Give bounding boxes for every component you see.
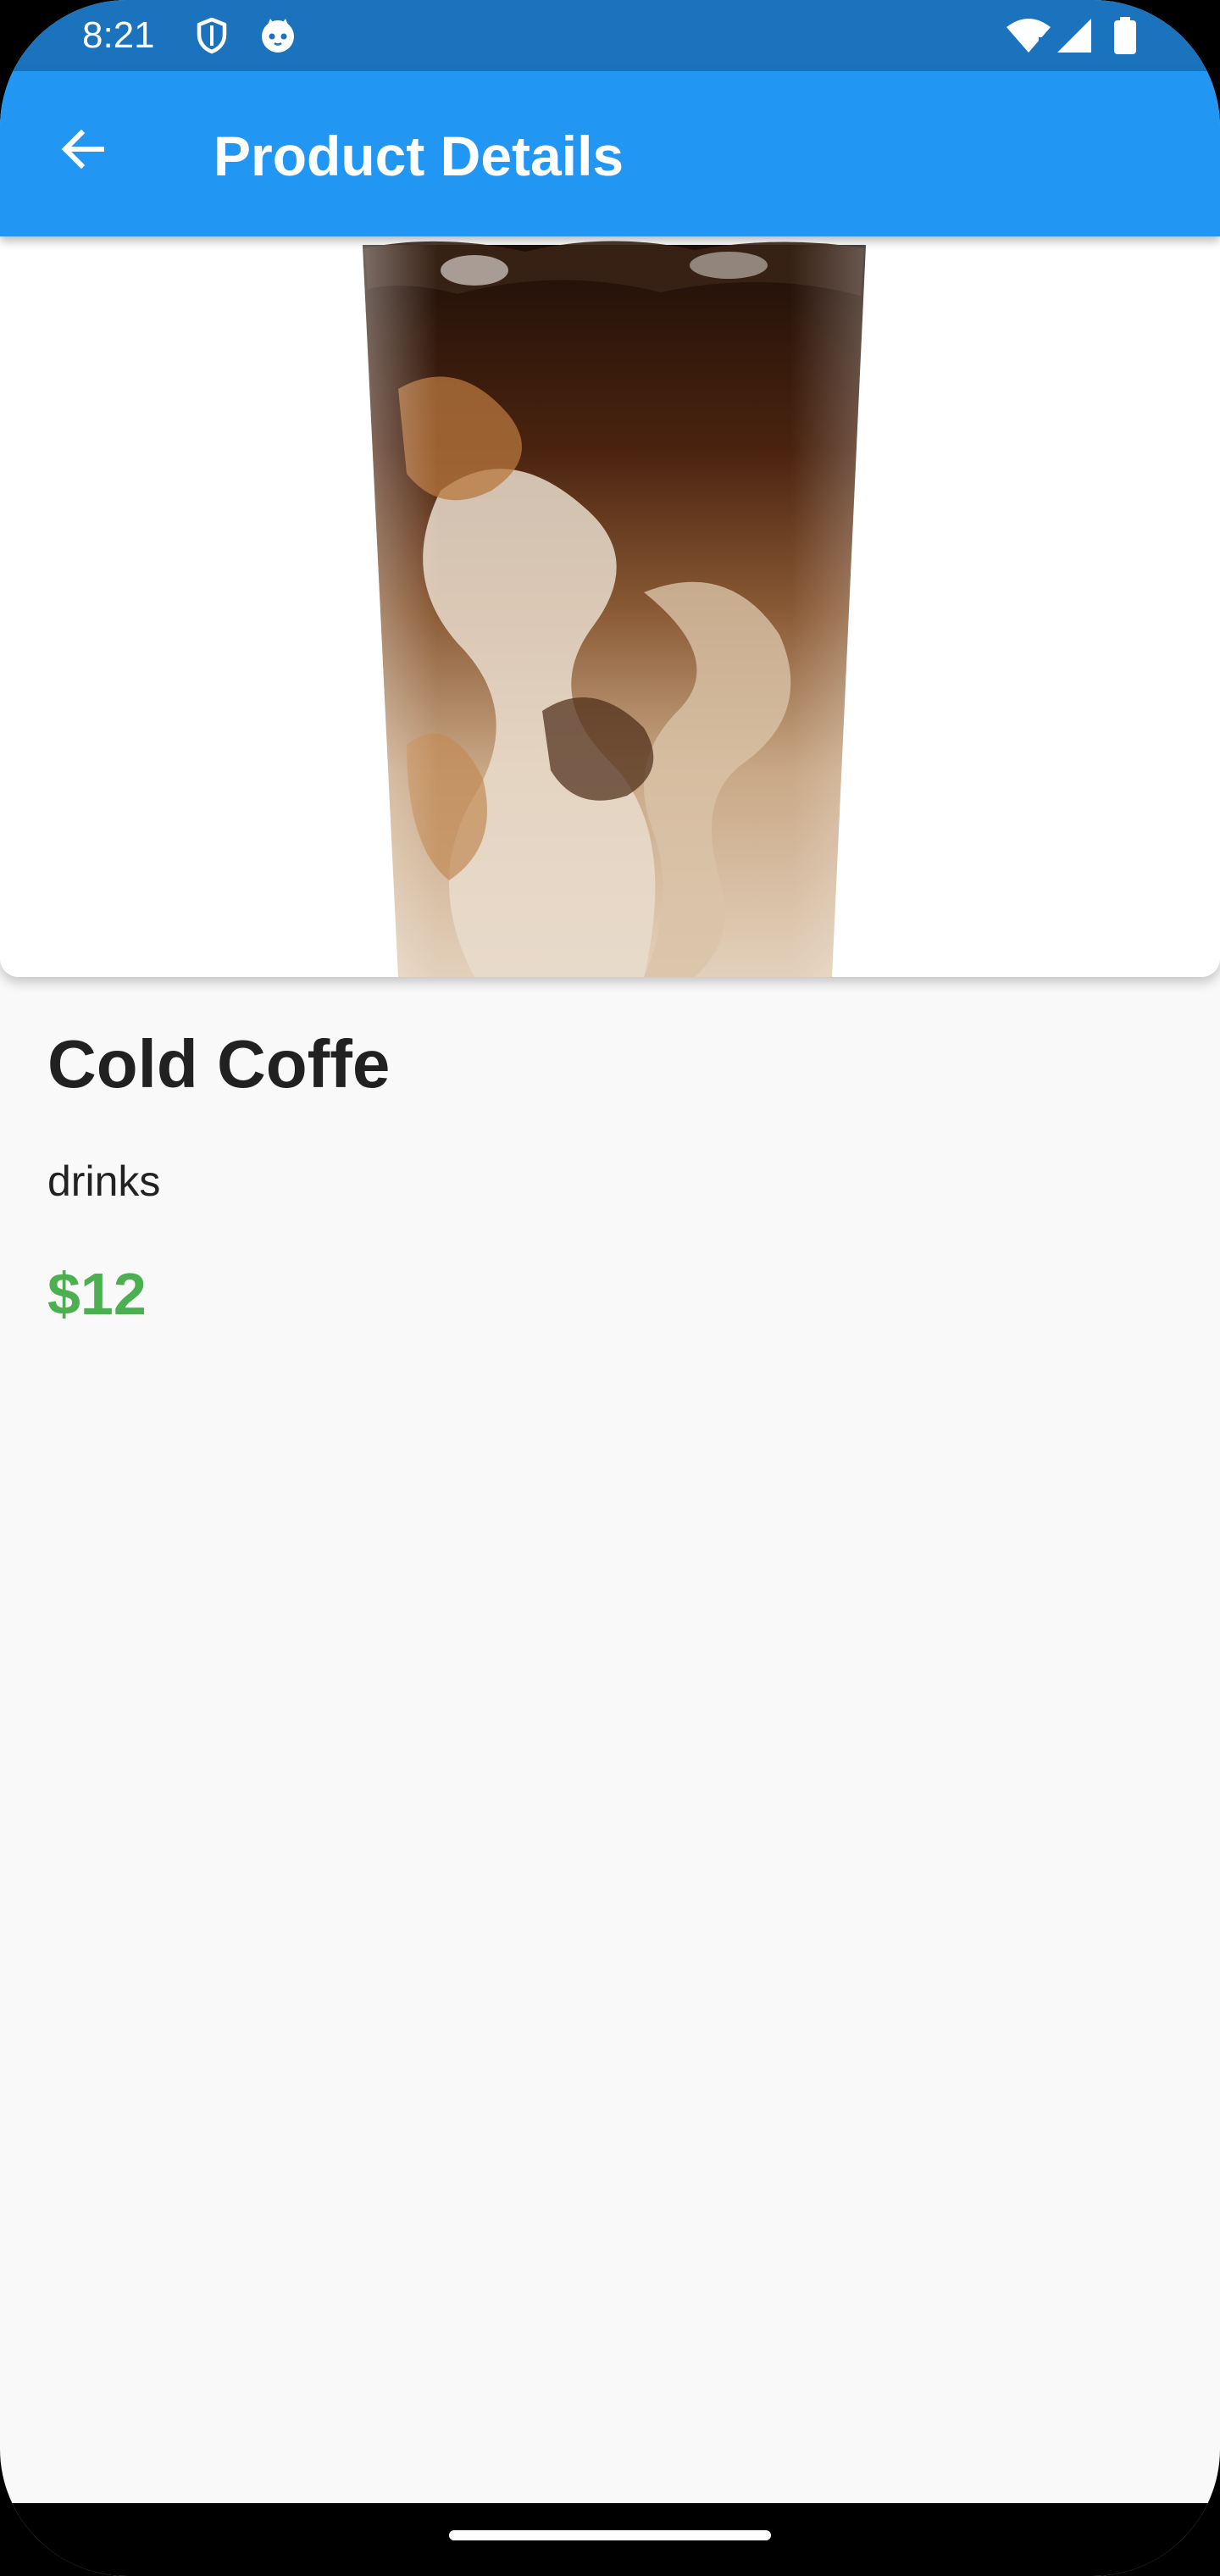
cat-face-icon [258,15,298,56]
arrow-left-icon [56,122,110,180]
navigation-bar [0,2503,1220,2576]
page-title: Product Details [214,125,624,187]
product-image-card [0,236,1220,977]
phone-screen: 8:21 Product Details Cold Coffe drinks $… [0,0,1220,2576]
app-bar: Product Details [0,71,1220,236]
shield-icon [191,15,232,56]
cellular-signal-icon [1054,15,1095,56]
home-indicator[interactable] [449,2530,771,2540]
battery-icon [1110,15,1140,56]
back-button[interactable] [42,110,124,192]
wifi-icon [1005,15,1052,56]
product-price: $12 [47,1261,147,1327]
product-image [0,236,1220,977]
status-time: 8:21 [82,14,155,56]
status-bar: 8:21 [0,0,1220,71]
product-name: Cold Coffe [47,1026,391,1102]
product-category: drinks [47,1158,161,1205]
